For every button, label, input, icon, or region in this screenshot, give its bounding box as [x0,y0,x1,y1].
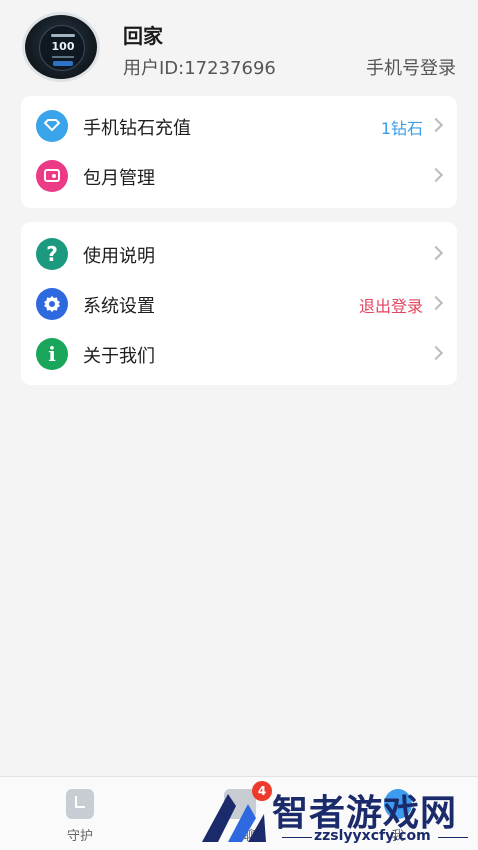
watch-icon [66,789,94,819]
menu-item-label: 手机钻石充值 [83,118,191,139]
help-icon: ? [36,238,68,270]
settings-icon [36,288,68,320]
watermark: 智者游戏网 zzslyyxcfy.com [198,782,478,850]
menu-item-label: 关于我们 [83,346,155,367]
logout-link[interactable]: 退出登录 [359,293,423,317]
profile-header: 100 回家 用户ID:17237696 手机号登录 [0,0,478,95]
menu-item-label: 系统设置 [83,296,155,317]
user-id: 用户ID:17237696 [123,58,276,79]
menu-item-label: 使用说明 [83,246,155,267]
menu-item-diamond-recharge[interactable]: 手机钻石充值 1钻石 [21,101,457,151]
chevron-right-icon [428,295,444,311]
diamond-balance: 1钻石 [380,119,423,138]
phone-login-link[interactable]: 手机号登录 [366,54,456,80]
chevron-right-icon [428,245,444,261]
menu-item-instructions[interactable]: ? 使用说明 [21,229,457,279]
diamond-icon [36,110,68,142]
wallet-icon [36,160,68,192]
watch-value: 100 [51,40,75,53]
menu-card-account: 手机钻石充值 1钻石 包月管理 [21,96,457,208]
menu-item-about-us[interactable]: i 关于我们 [21,329,457,379]
chevron-right-icon [428,167,444,183]
menu-item-monthly-subscription[interactable]: 包月管理 [21,151,457,201]
chevron-right-icon [428,117,444,133]
menu-item-label: 包月管理 [83,168,155,189]
watermark-url: zzslyyxcfy.com [314,828,431,844]
info-icon: i [36,338,68,370]
menu-item-system-settings[interactable]: 系统设置 退出登录 [21,279,457,329]
watermark-logo-icon [202,794,266,842]
avatar[interactable]: 100 [22,12,100,82]
username: 回家 [123,24,163,48]
tab-label: 守护 [66,829,93,844]
menu-card-general: ? 使用说明 系统设置 退出登录 i 关于我们 [21,222,457,385]
tab-guard[interactable]: 守护 [40,777,120,850]
watch-face-image: 100 [39,25,85,71]
chevron-right-icon [428,345,444,361]
